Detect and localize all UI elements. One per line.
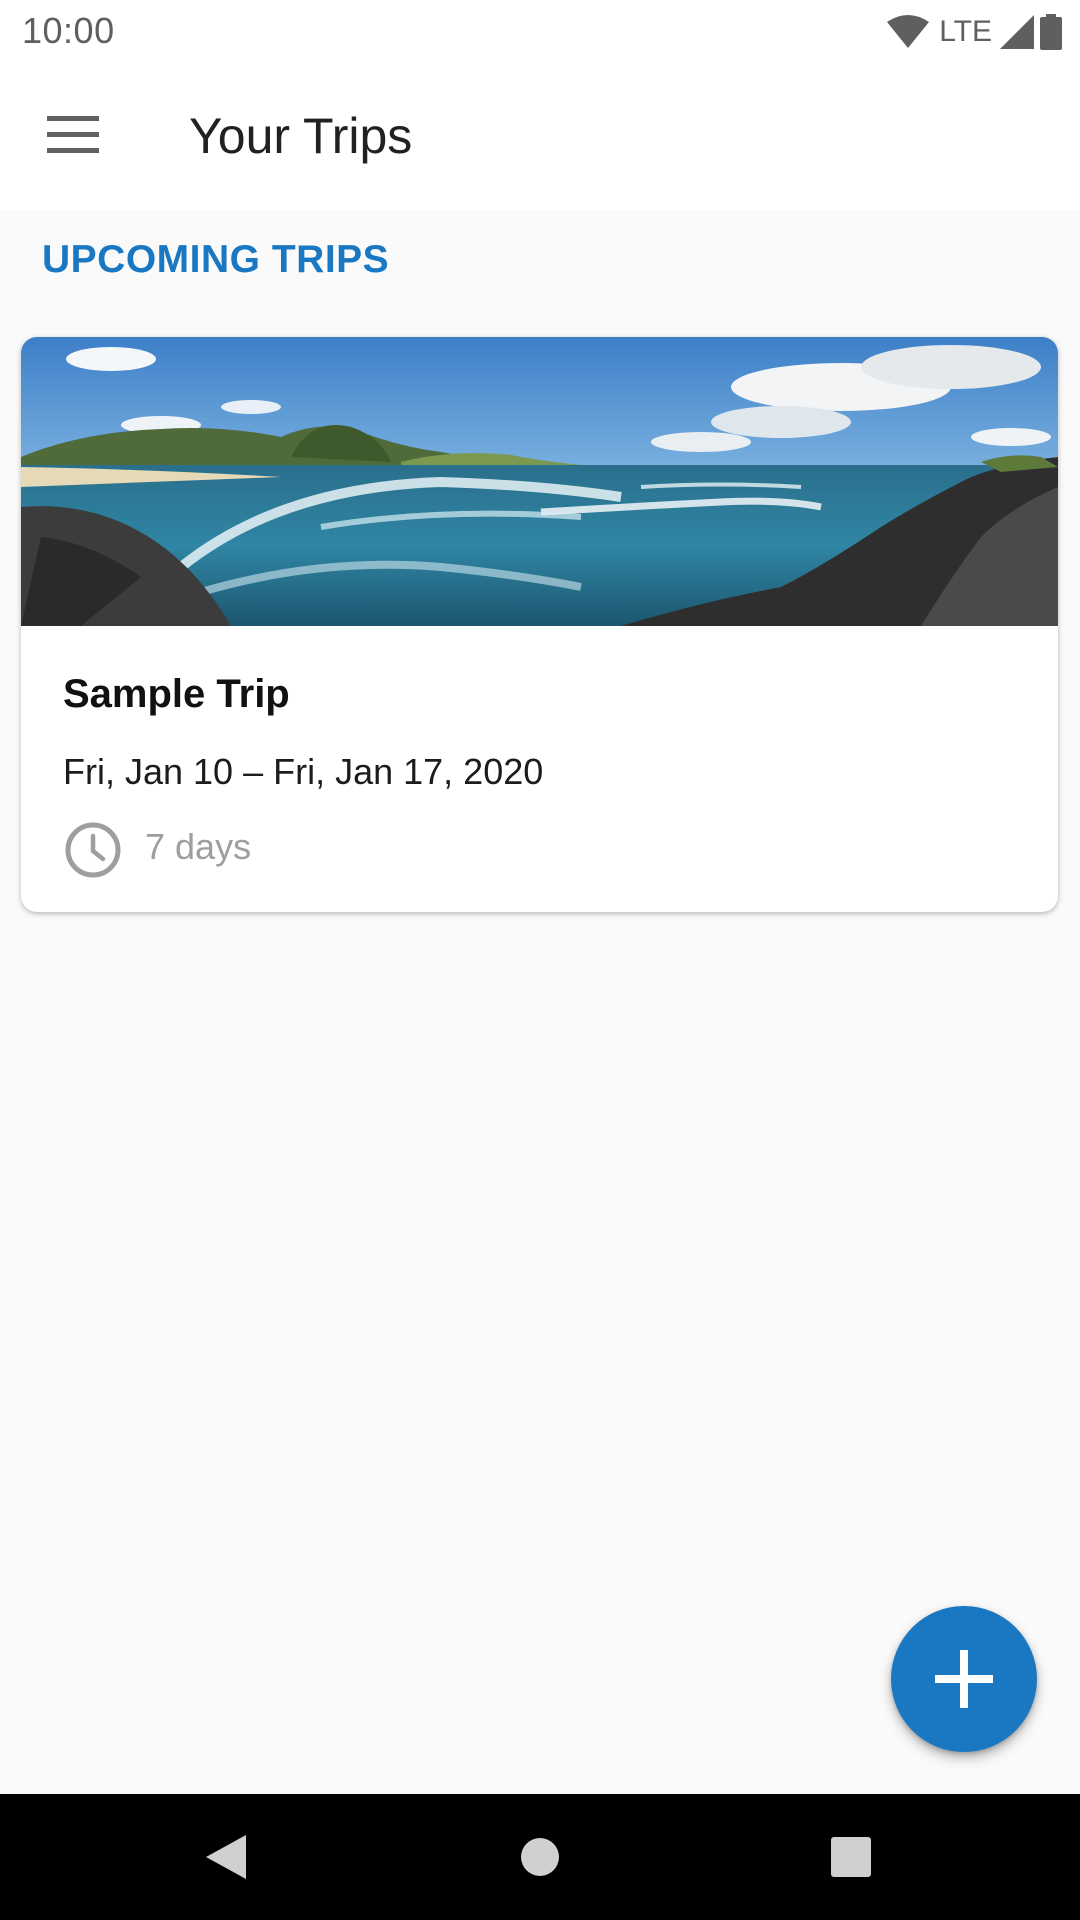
- status-time: 10:00: [22, 10, 115, 51]
- recents-button[interactable]: [815, 1821, 887, 1893]
- trip-card[interactable]: Sample Trip Fri, Jan 10 – Fri, Jan 17, 2…: [21, 337, 1058, 912]
- plus-icon: [935, 1650, 993, 1708]
- add-trip-button[interactable]: [891, 1606, 1037, 1752]
- trip-cover-image: [21, 337, 1058, 626]
- network-type: LTE: [939, 15, 992, 48]
- cell-signal-icon: [1000, 15, 1034, 49]
- wifi-icon: [887, 15, 930, 48]
- section-header-upcoming-trips: UPCOMING TRIPS: [42, 238, 390, 281]
- trip-name: Sample Trip: [63, 672, 290, 716]
- page-title: Your Trips: [189, 108, 413, 164]
- trip-duration: 7 days: [145, 826, 252, 867]
- recents-icon: [831, 1837, 871, 1877]
- trip-duration-row: 7 days: [63, 820, 251, 880]
- screen: 10:00 LTE Your Trips UPCOMING TRIPS Samp…: [0, 0, 1080, 1920]
- home-button[interactable]: [504, 1821, 576, 1893]
- back-button[interactable]: [190, 1821, 262, 1893]
- hamburger-menu-icon: [47, 116, 99, 153]
- navigation-bar: [0, 1794, 1080, 1920]
- status-bar: 10:00 LTE: [0, 0, 1080, 63]
- app-bar: Your Trips: [0, 63, 1080, 210]
- back-icon: [206, 1835, 246, 1879]
- home-icon: [521, 1838, 559, 1876]
- status-icons: LTE: [887, 12, 1062, 52]
- menu-button[interactable]: [26, 93, 120, 177]
- clock-icon: [65, 822, 121, 878]
- trip-dates: Fri, Jan 10 – Fri, Jan 17, 2020: [63, 751, 544, 792]
- battery-icon: [1040, 14, 1062, 50]
